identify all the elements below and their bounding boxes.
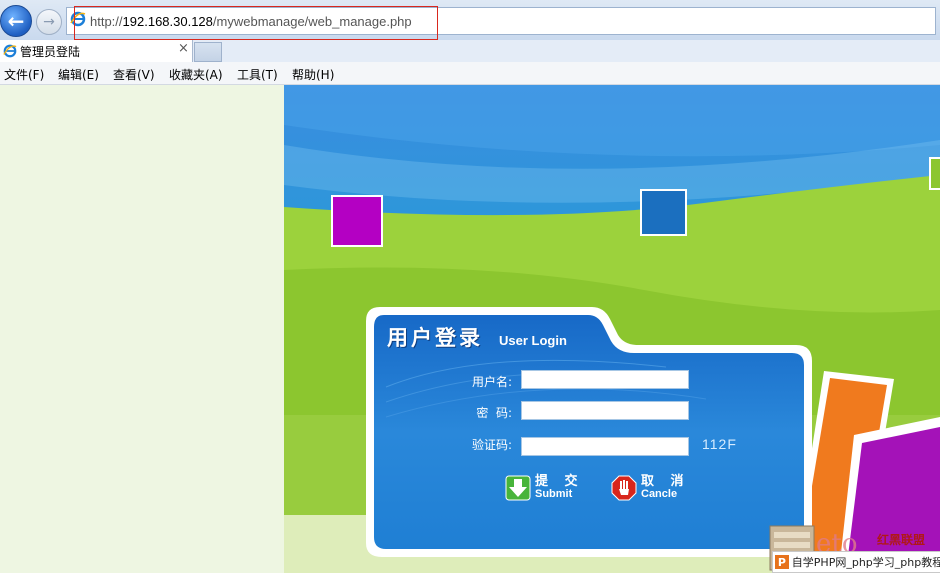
red-stop-hand-icon: [611, 475, 637, 501]
menu-help[interactable]: 帮助(H): [292, 66, 334, 83]
back-button[interactable]: ←: [0, 5, 32, 37]
url-highlight-box: [74, 6, 438, 40]
address-bar-area: ← → http://192.168.30.128/mywebmanage/we…: [0, 0, 940, 41]
password-label: 密 码:: [476, 406, 512, 420]
green-square: [929, 157, 940, 190]
menu-edit[interactable]: 编辑(E): [58, 66, 99, 83]
login-subtitle: User Login: [499, 333, 567, 348]
watermark-text: 自学PHP网_php学习_php教程: [791, 556, 940, 569]
green-down-arrow-icon: [505, 475, 531, 501]
tab-admin-login[interactable]: 管理员登陆 ×: [0, 40, 193, 62]
watermark-red-text: 红黑联盟: [877, 533, 926, 547]
captcha-code: 112F: [702, 436, 737, 452]
cancel-button[interactable]: 取 消 Cancle: [611, 472, 690, 504]
submit-button[interactable]: 提 交 Submit: [505, 472, 584, 504]
php-logo-icon: P: [775, 555, 789, 569]
cancel-label-cn: 取 消: [641, 474, 690, 489]
tab-title: 管理员登陆: [20, 45, 81, 59]
tab-bar: 管理员登陆 ×: [0, 40, 940, 62]
username-label: 用户名:: [471, 375, 512, 389]
password-input[interactable]: [521, 401, 689, 420]
menu-view[interactable]: 查看(V): [113, 66, 155, 83]
captcha-input[interactable]: [521, 437, 689, 456]
login-title: 用户登录: [387, 326, 483, 350]
submit-label-en: Submit: [535, 488, 573, 500]
forward-arrow-icon: →: [43, 14, 55, 30]
username-input[interactable]: [521, 370, 689, 389]
blue-square: [640, 189, 687, 236]
submit-label-cn: 提 交: [535, 474, 584, 489]
watermark-bar: P 自学PHP网_php学习_php教程: [772, 551, 940, 573]
back-arrow-icon: ←: [7, 9, 25, 33]
menu-file[interactable]: 文件(F): [4, 66, 44, 83]
cancel-label-en: Cancle: [641, 488, 678, 500]
new-tab-button[interactable]: [194, 42, 222, 62]
purple-square: [331, 195, 383, 247]
menu-bar: 文件(F) 编辑(E) 查看(V) 收藏夹(A) 工具(T) 帮助(H): [0, 62, 940, 85]
menu-favorites[interactable]: 收藏夹(A): [169, 66, 223, 83]
close-icon[interactable]: ×: [178, 41, 189, 56]
captcha-label: 验证码:: [471, 438, 512, 452]
left-frame: [0, 85, 284, 573]
menu-tools[interactable]: 工具(T): [237, 66, 278, 83]
forward-button[interactable]: →: [36, 9, 62, 35]
ie-logo-icon: [3, 44, 17, 58]
